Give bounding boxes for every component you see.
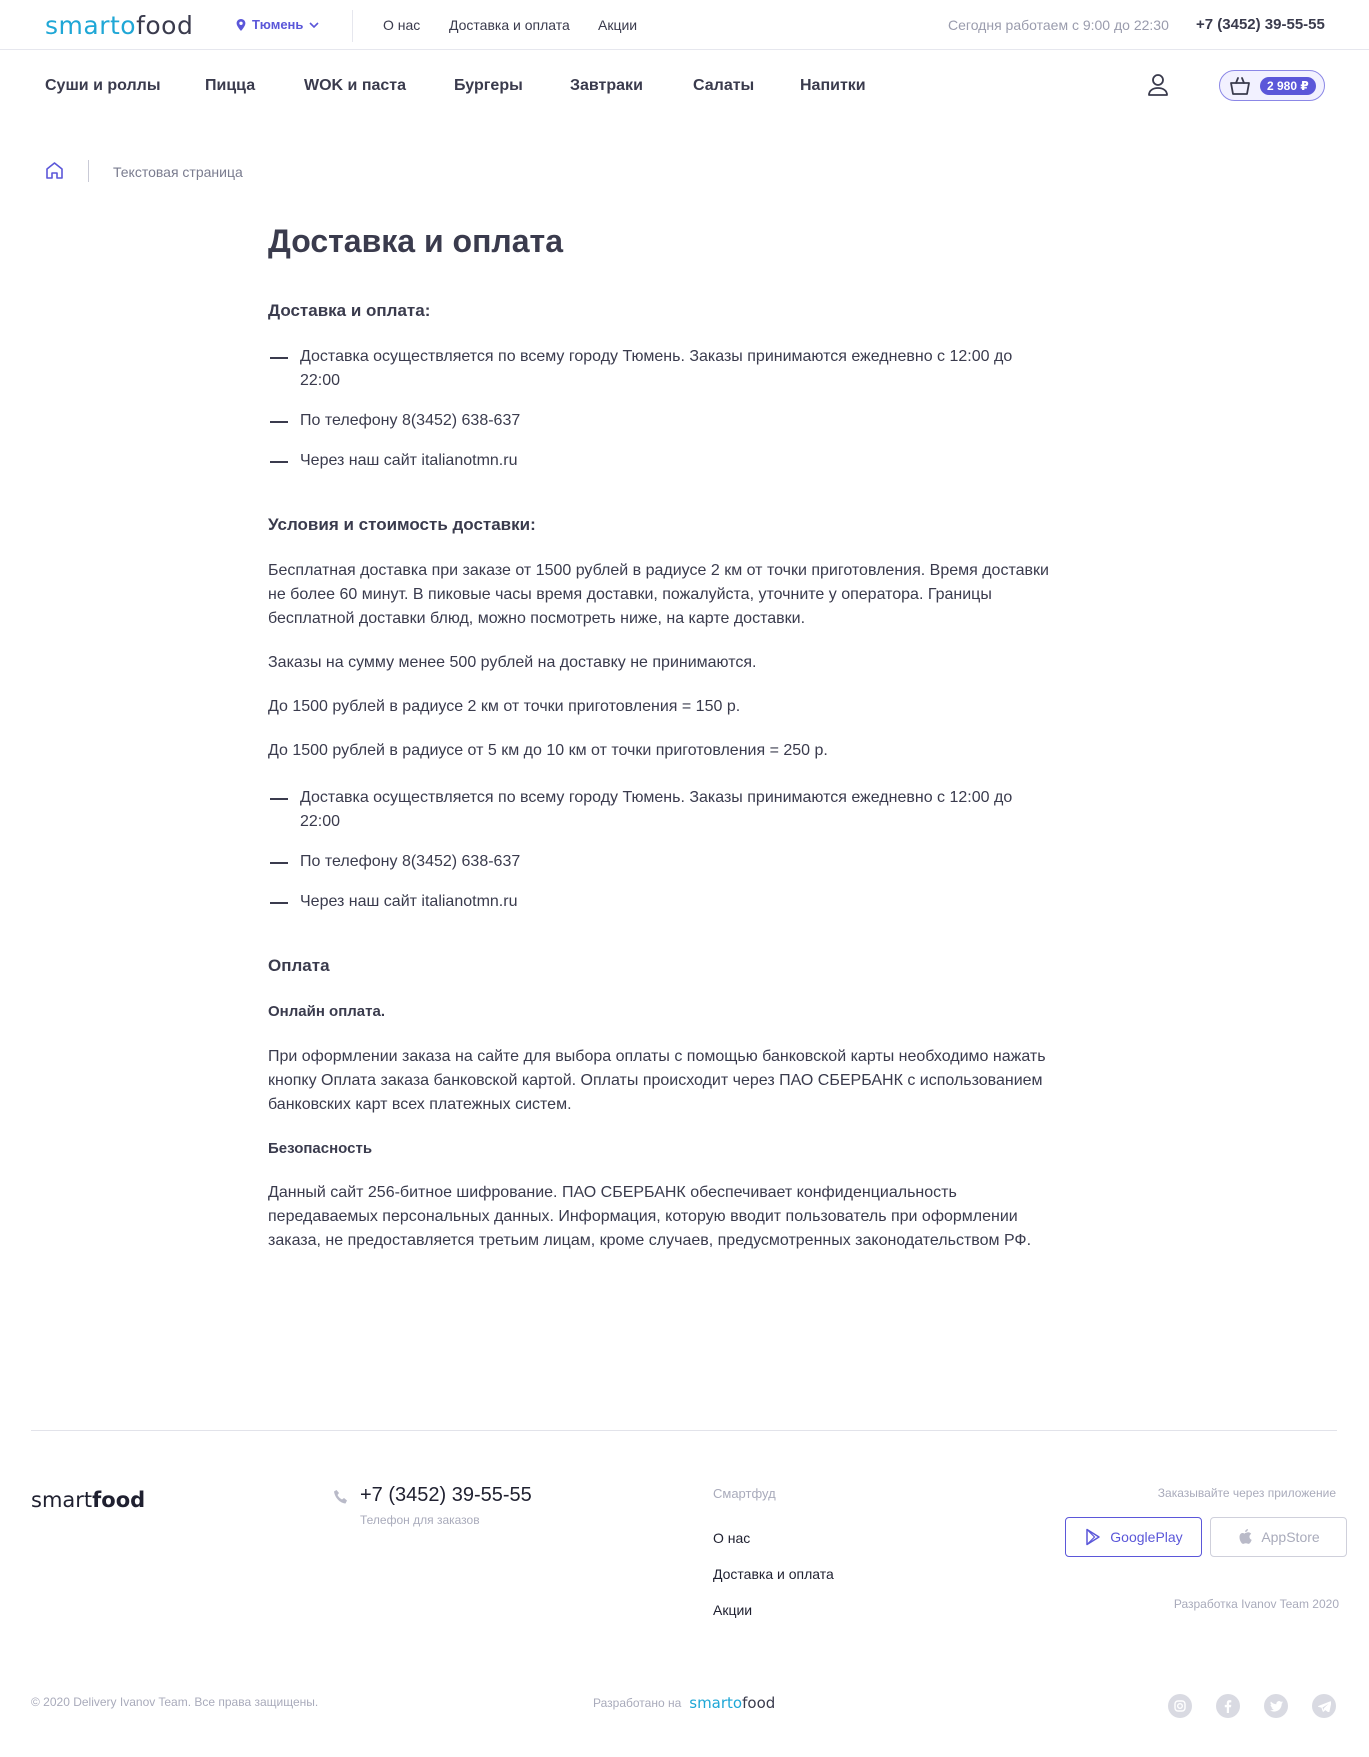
category-pizza[interactable]: Пицца: [205, 77, 255, 95]
paragraph-security: Данный сайт 256-битное шифрование. ПАО С…: [268, 1184, 1032, 1249]
cart-button[interactable]: 2 980 ₽: [1219, 70, 1325, 101]
divider: [352, 10, 353, 42]
paragraph: Бесплатная доставка при заказе от 1500 р…: [268, 562, 1049, 627]
chevron-down-icon: [309, 21, 319, 28]
breadcrumb-separator: [88, 160, 89, 182]
copyright: © 2020 Delivery Ivanov Team. Все права з…: [31, 1695, 319, 1709]
location-pin-icon: [236, 18, 246, 31]
bullet-dash: [270, 357, 288, 359]
google-play-icon: [1086, 1528, 1101, 1546]
basket-icon: [1230, 77, 1250, 95]
home-icon[interactable]: [45, 161, 64, 180]
bullet-item: По телефону 8(3452) 638-637: [300, 853, 521, 870]
paragraph: До 1500 рублей в радиусе 2 км от точки п…: [268, 698, 741, 715]
apps-title: Заказывайте через приложение: [1157, 1486, 1336, 1500]
made-with: Разработано на smartofood: [593, 1694, 775, 1712]
bullet-item: Доставка осуществляется по всему городу …: [300, 789, 1013, 830]
google-play-button[interactable]: GooglePlay: [1065, 1517, 1202, 1557]
google-play-label: GooglePlay: [1110, 1529, 1183, 1545]
footer-logo[interactable]: smartfood: [31, 1488, 145, 1512]
bullet-item: Доставка осуществляется по всему городу …: [300, 348, 1013, 389]
paragraph: До 1500 рублей в радиусе от 5 км до 10 к…: [268, 742, 828, 759]
category-salads[interactable]: Салаты: [693, 77, 754, 95]
bullet-dash: [270, 902, 288, 904]
section-heading-payment: Оплата: [268, 956, 330, 975]
bullet-dash: [270, 862, 288, 864]
logo-part-2: food: [136, 11, 194, 40]
app-store-button[interactable]: AppStore: [1210, 1517, 1347, 1557]
bullet-item: По телефону 8(3452) 638-637: [300, 412, 521, 429]
footer-phone[interactable]: +7 (3452) 39-55-55: [360, 1484, 532, 1507]
made-logo-part-1: smarto: [689, 1694, 743, 1712]
bullet-dash: [270, 798, 288, 800]
city-selector[interactable]: Тюмень: [236, 17, 319, 32]
section-heading-conditions: Условия и стоимость доставки:: [268, 515, 536, 534]
made-logo-part-2: food: [742, 1694, 776, 1712]
top-link-promotions[interactable]: Акции: [598, 17, 637, 33]
footer-link-about[interactable]: О нас: [713, 1530, 750, 1546]
cart-total: 2 980 ₽: [1260, 77, 1316, 95]
bullet-dash: [270, 461, 288, 463]
paragraph: Заказы на сумму менее 500 рублей на дост…: [268, 654, 757, 671]
developer-credit: Разработка Ivanov Team 2020: [1173, 1597, 1339, 1611]
subheading-online-payment: Онлайн оплата.: [268, 1003, 385, 1020]
facebook-icon[interactable]: [1216, 1694, 1240, 1718]
footer-logo-light: smart: [31, 1488, 93, 1512]
category-wok[interactable]: WOK и паста: [304, 77, 406, 95]
category-drinks[interactable]: Напитки: [800, 77, 866, 95]
category-burgers[interactable]: Бургеры: [454, 77, 523, 95]
top-link-about[interactable]: О нас: [383, 17, 420, 33]
made-with-label: Разработано на: [593, 1696, 682, 1710]
subheading-security: Безопасность: [268, 1140, 373, 1157]
page-title: Доставка и оплата: [268, 223, 563, 259]
category-sushi[interactable]: Суши и роллы: [45, 77, 161, 95]
section-heading-delivery: Доставка и оплата:: [268, 301, 431, 320]
bullet-dash: [270, 421, 288, 423]
header-phone[interactable]: +7 (3452) 39-55-55: [1196, 16, 1325, 33]
phone-icon: [334, 1490, 347, 1504]
telegram-icon[interactable]: [1312, 1694, 1336, 1718]
footer-phone-caption: Телефон для заказов: [360, 1513, 480, 1527]
user-icon[interactable]: [1147, 73, 1169, 97]
paragraph-online-payment: При оформлении заказа на сайте для выбор…: [268, 1048, 1046, 1113]
bullet-item: Через наш сайт italianotmn.ru: [300, 452, 518, 469]
logo-part-1: smarto: [45, 11, 137, 40]
app-store-label: AppStore: [1261, 1529, 1320, 1545]
bullet-item: Через наш сайт italianotmn.ru: [300, 893, 518, 910]
logo[interactable]: smartofood: [45, 11, 193, 40]
footer-link-promotions[interactable]: Акции: [713, 1602, 752, 1618]
footer-links-title: Смартфуд: [713, 1486, 776, 1501]
twitter-icon[interactable]: [1264, 1694, 1288, 1718]
apple-icon: [1239, 1529, 1253, 1544]
made-with-logo[interactable]: smartofood: [689, 1694, 775, 1712]
category-breakfast[interactable]: Завтраки: [570, 77, 643, 95]
top-bar: smartofood Тюмень О нас Доставка и оплат…: [0, 0, 1369, 50]
footer-logo-bold: food: [92, 1488, 146, 1512]
breadcrumb-current: Текстовая страница: [113, 164, 243, 180]
top-link-delivery[interactable]: Доставка и оплата: [449, 17, 570, 33]
footer-divider: [31, 1430, 1337, 1431]
instagram-icon[interactable]: [1168, 1694, 1192, 1718]
working-hours: Сегодня работаем с 9:00 до 22:30: [948, 17, 1169, 33]
footer-link-delivery[interactable]: Доставка и оплата: [713, 1566, 834, 1582]
city-name: Тюмень: [252, 17, 304, 32]
